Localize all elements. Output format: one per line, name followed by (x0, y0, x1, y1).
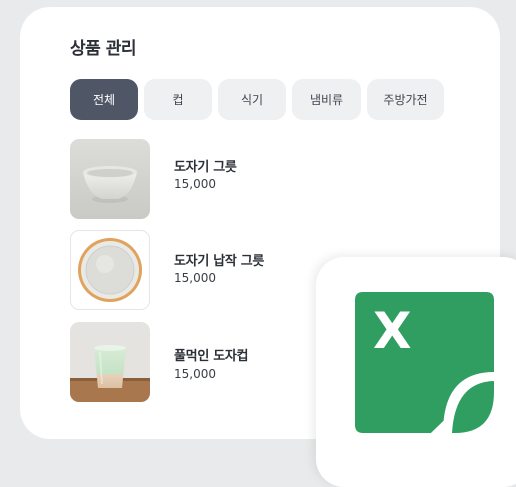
product-name[interactable]: 도자기 그릇 (174, 156, 237, 175)
product-image-flat-plate[interactable] (70, 230, 150, 310)
product-price: 15,000 (174, 271, 216, 285)
category-tabs: 전체 컵 식기 냄비류 주방가전 (70, 79, 444, 120)
tab-tableware[interactable]: 식기 (218, 79, 286, 120)
tab-pots[interactable]: 냄비류 (292, 79, 361, 120)
tab-all[interactable]: 전체 (70, 79, 138, 120)
product-price: 15,000 (174, 177, 216, 191)
product-price: 15,000 (174, 367, 216, 381)
product-image-ceramic-cup[interactable] (70, 322, 150, 402)
excel-icon[interactable]: X (355, 292, 495, 434)
product-name[interactable]: 풀먹인 도자컵 (174, 345, 248, 364)
excel-letter: X (373, 302, 412, 360)
product-image-ceramic-bowl[interactable] (70, 139, 150, 219)
page-title: 상품 관리 (70, 39, 136, 59)
tab-cup[interactable]: 컵 (144, 79, 212, 120)
tab-kitchen-appliances[interactable]: 주방가전 (367, 79, 444, 120)
product-name[interactable]: 도자기 납작 그릇 (174, 250, 264, 269)
